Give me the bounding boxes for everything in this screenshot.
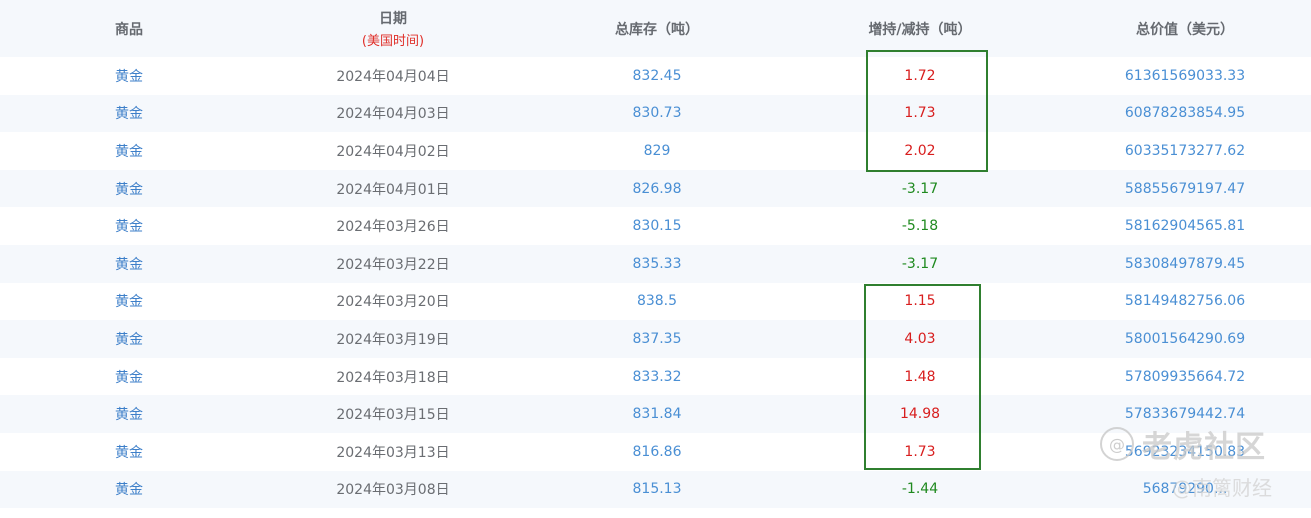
cell-stock: 838.5 (636, 293, 678, 310)
cell-value: 60878283854.95 (1124, 105, 1246, 122)
header-change: 增持/减持（吨） (868, 0, 971, 57)
header-date: 日期 (美国时间) (362, 0, 424, 57)
cell-stock: 829 (643, 142, 671, 159)
cell-date: 2024年04月04日 (336, 68, 450, 85)
cell-date: 2024年03月18日 (336, 369, 450, 386)
cell-date: 2024年04月03日 (336, 106, 450, 123)
cell-stock: 815.13 (632, 481, 682, 498)
table-row: 黄金 2024年04月02日 829 2.02 60335173277.62 (0, 132, 1311, 170)
cell-stock: 835.33 (632, 255, 682, 272)
cell-date: 2024年03月26日 (336, 219, 450, 236)
cell-value: 61361569033.33 (1124, 67, 1246, 84)
cell-date: 2024年04月01日 (336, 181, 450, 198)
table-row: 黄金 2024年04月04日 832.45 1.72 61361569033.33 (0, 57, 1311, 95)
header-stock: 总库存（吨） (615, 0, 699, 57)
cell-value: 58149482756.06 (1124, 293, 1246, 310)
cell-date: 2024年03月22日 (336, 256, 450, 273)
cell-product[interactable]: 黄金 (115, 320, 143, 358)
cell-product[interactable]: 黄金 (115, 245, 143, 283)
table-row: 黄金 2024年03月20日 838.5 1.15 58149482756.06 (0, 283, 1311, 321)
table-row: 黄金 2024年03月13日 816.86 1.73 56923234150.83 (0, 433, 1311, 471)
table-row: 黄金 2024年03月19日 837.35 4.03 58001564290.69 (0, 320, 1311, 358)
cell-date: 2024年03月19日 (336, 331, 450, 348)
cell-stock: 830.73 (632, 105, 682, 122)
cell-value: 56879290... (1142, 481, 1228, 498)
cell-value: 57809935664.72 (1124, 368, 1246, 385)
table-row: 黄金 2024年03月18日 833.32 1.48 57809935664.72 (0, 358, 1311, 396)
cell-change: 2.02 (904, 142, 936, 159)
cell-date: 2024年03月20日 (336, 294, 450, 311)
cell-product[interactable]: 黄金 (115, 95, 143, 133)
cell-stock: 831.84 (632, 406, 682, 423)
cell-stock: 837.35 (632, 330, 682, 347)
cell-stock: 826.98 (632, 180, 682, 197)
table-row: 黄金 2024年03月26日 830.15 -5.18 58162904565.81 (0, 207, 1311, 245)
cell-change: -5.18 (901, 218, 939, 235)
cell-value: 58855679197.47 (1124, 180, 1246, 197)
table-row: 黄金 2024年03月08日 815.13 -1.44 56879290... (0, 470, 1311, 509)
cell-product[interactable]: 黄金 (115, 57, 143, 95)
cell-product[interactable]: 黄金 (115, 132, 143, 170)
cell-value: 60335173277.62 (1124, 142, 1246, 159)
cell-change: -3.17 (901, 255, 939, 272)
cell-change: 1.73 (904, 105, 936, 122)
cell-change: -3.17 (901, 180, 939, 197)
table-row: 黄金 2024年03月22日 835.33 -3.17 58308497879.45 (0, 244, 1311, 283)
header-value-label: 总价值（美元） (1136, 21, 1234, 38)
cell-stock: 832.45 (632, 67, 682, 84)
cell-product[interactable]: 黄金 (115, 358, 143, 396)
table-row: 黄金 2024年03月15日 831.84 14.98 57833679442.74 (0, 395, 1311, 433)
cell-change: 4.03 (904, 330, 936, 347)
table-row: 黄金 2024年04月01日 826.98 -3.17 58855679197.47 (0, 169, 1311, 208)
header-value: 总价值（美元） (1136, 0, 1234, 57)
table-row: 黄金 2024年04月03日 830.73 1.73 60878283854.95 (0, 94, 1311, 133)
header-date-sub: (美国时间) (361, 34, 425, 49)
cell-stock: 833.32 (632, 368, 682, 385)
header-change-label: 增持/减持（吨） (868, 21, 972, 38)
table-body: 黄金 2024年04月04日 832.45 1.72 61361569033.33 黄金 2… (0, 57, 1311, 509)
cell-value: 58001564290.69 (1124, 330, 1246, 347)
header-product: 商品 (115, 0, 143, 57)
cell-stock: 830.15 (632, 218, 682, 235)
cell-product[interactable]: 黄金 (115, 207, 143, 245)
cell-change: -1.44 (901, 481, 939, 498)
cell-change: 1.72 (904, 67, 936, 84)
cell-value: 58162904565.81 (1124, 218, 1246, 235)
cell-product[interactable]: 黄金 (115, 283, 143, 321)
cell-value: 56923234150.83 (1124, 443, 1246, 460)
cell-change: 1.15 (904, 293, 936, 310)
cell-product[interactable]: 黄金 (115, 471, 143, 509)
header-product-label: 商品 (115, 21, 143, 38)
cell-change: 1.73 (904, 443, 936, 460)
cell-product[interactable]: 黄金 (115, 433, 143, 471)
cell-product[interactable]: 黄金 (115, 395, 143, 433)
cell-change: 14.98 (899, 406, 941, 423)
cell-value: 57833679442.74 (1124, 406, 1246, 423)
cell-date: 2024年03月15日 (336, 407, 450, 424)
table-header: 商品 日期 (美国时间) 总库存（吨） 增持/减持（吨） 总价值（美元） (0, 0, 1311, 57)
cell-value: 58308497879.45 (1124, 255, 1246, 272)
cell-date: 2024年03月13日 (336, 444, 450, 461)
cell-date: 2024年04月02日 (336, 143, 450, 160)
cell-change: 1.48 (904, 368, 936, 385)
header-date-label: 日期 (379, 11, 407, 27)
cell-stock: 816.86 (632, 443, 682, 460)
header-stock-label: 总库存（吨） (615, 21, 699, 38)
cell-date: 2024年03月08日 (336, 482, 450, 499)
cell-product[interactable]: 黄金 (115, 170, 143, 208)
gold-holdings-table: 商品 日期 (美国时间) 总库存（吨） 增持/减持（吨） 总价值（美元） 黄金 2… (0, 0, 1311, 509)
